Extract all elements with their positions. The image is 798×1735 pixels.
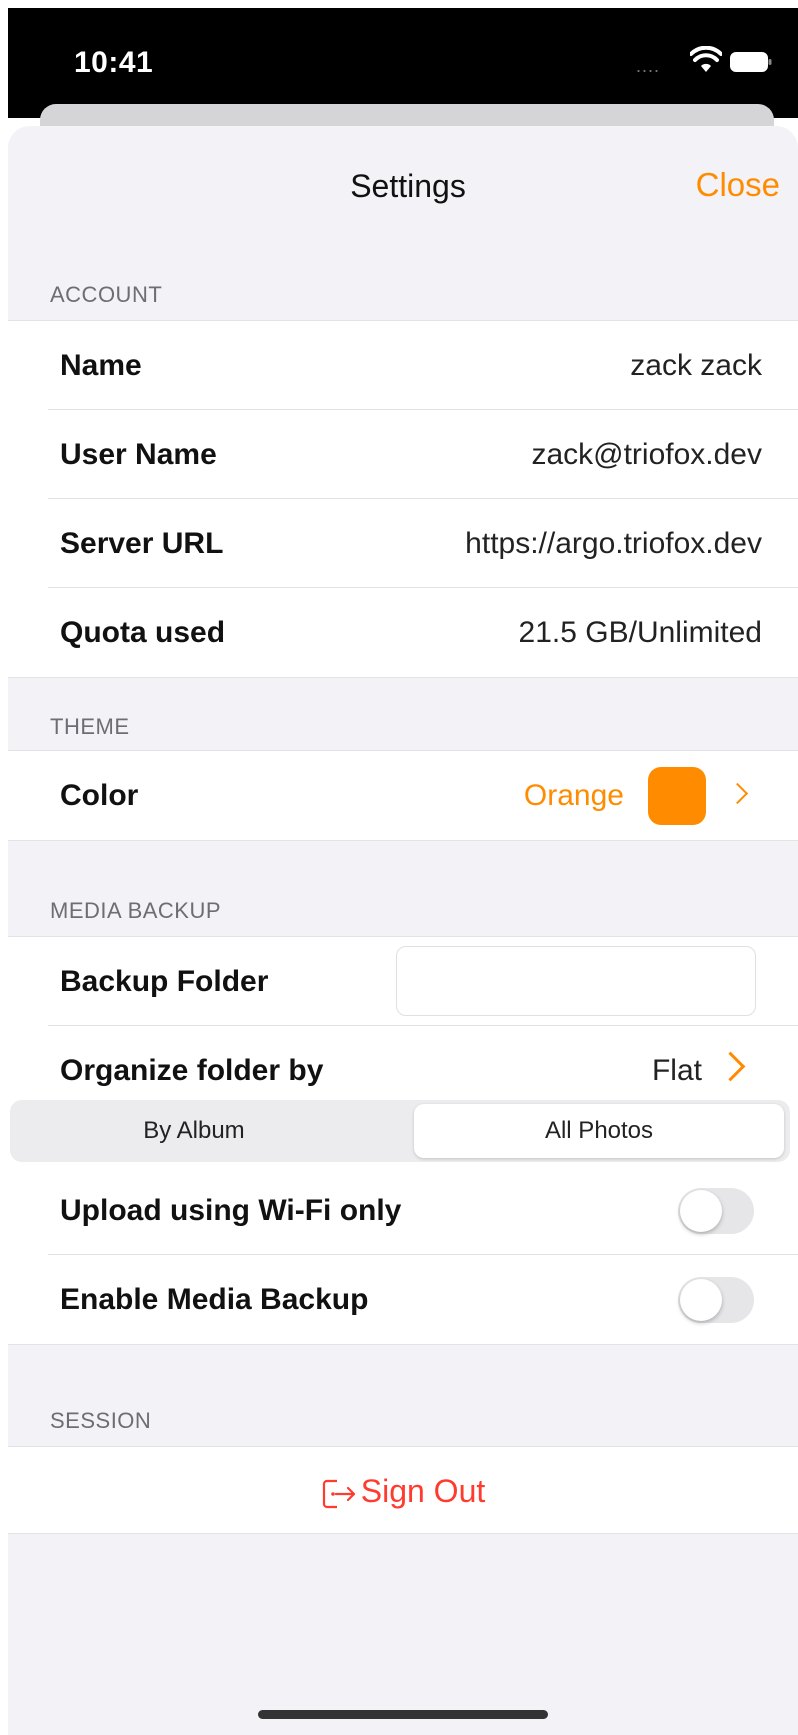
theme-color-row[interactable]: Color Orange: [8, 751, 798, 840]
color-value: Orange: [523, 779, 624, 812]
status-time: 10:41: [74, 46, 154, 79]
wifi-icon: [690, 46, 722, 72]
theme-group: Color Orange: [8, 750, 798, 841]
page-title: Settings: [350, 168, 466, 204]
row-label: Quota used: [60, 616, 226, 649]
backup-folder-row: Backup Folder: [8, 937, 798, 1026]
wifi-only-toggle[interactable]: [678, 1188, 754, 1234]
row-value: 21.5 GB/Unlimited: [518, 616, 762, 649]
home-indicator: [258, 1710, 548, 1719]
sign-out-label: Sign Out: [360, 1473, 486, 1509]
enable-media-backup-toggle[interactable]: [678, 1277, 754, 1323]
row-label: User Name: [60, 438, 217, 471]
toggle-group: Upload using Wi-Fi only Enable Media Bac…: [8, 1166, 798, 1345]
row-label: Name: [60, 349, 142, 382]
row-label: Upload using Wi-Fi only: [60, 1194, 402, 1227]
section-header-account: ACCOUNT: [50, 282, 163, 307]
account-row-name: Name zack zack: [8, 321, 798, 410]
row-value: https://argo.triofox.dev: [465, 527, 762, 560]
row-value: zack@triofox.dev: [531, 438, 762, 471]
close-button[interactable]: Close: [696, 166, 780, 204]
toggle-knob: [680, 1190, 722, 1232]
section-header-theme: THEME: [50, 714, 130, 739]
chevron-right-icon: [726, 782, 749, 805]
row-label: Enable Media Backup: [60, 1283, 369, 1316]
chevron-right-icon: [715, 1051, 746, 1082]
signal-icon: ....: [636, 56, 661, 76]
album-segmented-control: By Album All Photos: [10, 1100, 790, 1162]
account-row-quota: Quota used 21.5 GB/Unlimited: [8, 588, 798, 677]
sign-out-icon: [322, 1479, 355, 1508]
session-group: Sign Out: [8, 1446, 798, 1534]
row-label: Server URL: [60, 527, 224, 560]
wifi-only-row: Upload using Wi-Fi only: [8, 1166, 798, 1255]
section-header-media-backup: MEDIA BACKUP: [50, 898, 222, 923]
enable-media-backup-row: Enable Media Backup: [8, 1255, 798, 1344]
backup-folder-field[interactable]: [396, 946, 756, 1016]
row-label: Backup Folder: [60, 965, 269, 998]
toggle-knob: [680, 1279, 722, 1321]
segment-all-photos[interactable]: All Photos: [414, 1104, 784, 1158]
sign-out-button[interactable]: Sign Out: [8, 1447, 798, 1535]
account-row-username: User Name zack@triofox.dev: [8, 410, 798, 499]
segment-by-album[interactable]: By Album: [14, 1104, 374, 1158]
color-swatch: [648, 767, 706, 825]
status-bar: 10:41 ....: [8, 8, 798, 118]
battery-icon: [730, 52, 772, 72]
account-group: Name zack zack User Name zack@triofox.de…: [8, 320, 798, 678]
account-row-server-url: Server URL https://argo.triofox.dev: [8, 499, 798, 588]
section-header-session: SESSION: [50, 1408, 152, 1433]
row-value: zack zack: [630, 349, 762, 382]
row-label: Color: [60, 779, 139, 812]
